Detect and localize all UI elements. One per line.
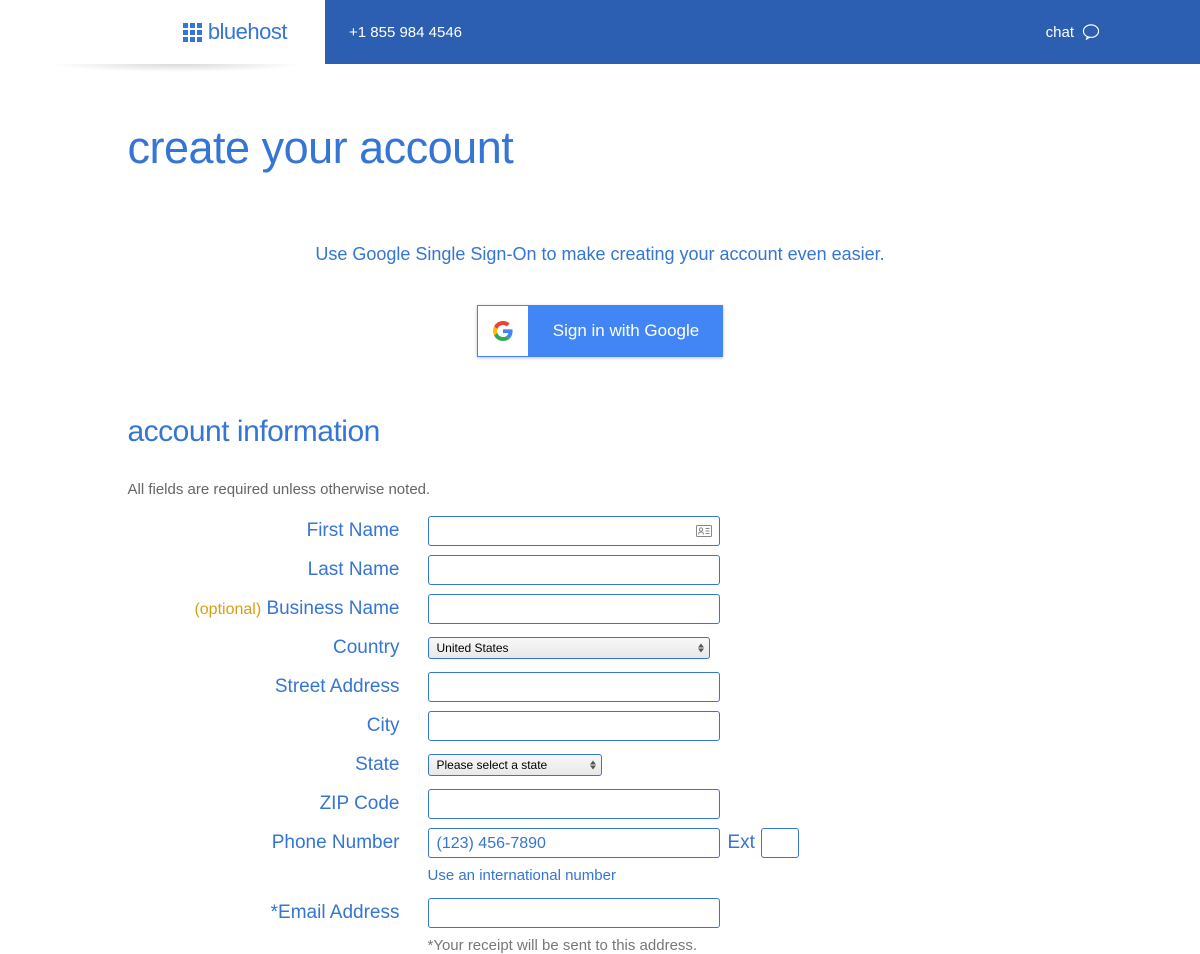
state-label: State [128, 754, 428, 776]
logo-text: bluehost [208, 19, 287, 45]
street-address-label: Street Address [128, 676, 428, 698]
phone-label: Phone Number [128, 832, 428, 854]
google-signin-button[interactable]: Sign in with Google [477, 305, 723, 357]
country-label: Country [128, 637, 428, 659]
last-name-input[interactable] [428, 555, 720, 585]
google-icon [477, 305, 529, 357]
country-select[interactable]: United States [428, 637, 710, 659]
street-address-input[interactable] [428, 672, 720, 702]
chat-icon [1082, 24, 1100, 40]
intl-number-link[interactable]: Use an international number [428, 867, 1073, 884]
sso-prompt: Use Google Single Sign-On to make creati… [128, 244, 1073, 265]
chat-link[interactable]: chat [1046, 24, 1200, 41]
email-label: *Email Address [128, 902, 428, 924]
phone-input[interactable] [428, 828, 720, 858]
page-title: create your account [128, 122, 1073, 174]
ext-input[interactable] [761, 828, 799, 858]
state-select[interactable]: Please select a state [428, 754, 602, 776]
email-helper: *Your receipt will be sent to this addre… [428, 937, 1073, 954]
business-name-input[interactable] [428, 594, 720, 624]
first-name-label: First Name [128, 520, 428, 542]
header-bar: bluehost +1 855 984 4546 chat [0, 0, 1200, 64]
business-name-label: (optional) Business Name [128, 598, 428, 620]
section-title: account information [128, 415, 1073, 449]
optional-tag: (optional) [194, 601, 261, 618]
chat-label: chat [1046, 24, 1074, 41]
city-input[interactable] [428, 711, 720, 741]
ext-label: Ext [728, 832, 755, 854]
google-button-text: Sign in with Google [529, 305, 723, 357]
logo-grid-icon [183, 23, 202, 42]
required-note: All fields are required unless otherwise… [128, 481, 1073, 498]
bluehost-logo[interactable]: bluehost [183, 19, 287, 45]
logo-container: bluehost [0, 0, 325, 64]
last-name-label: Last Name [128, 559, 428, 581]
first-name-input[interactable] [428, 516, 720, 546]
zip-input[interactable] [428, 789, 720, 819]
header-phone-number: +1 855 984 4546 [325, 24, 462, 41]
city-label: City [128, 715, 428, 737]
email-input[interactable] [428, 898, 720, 928]
zip-label: ZIP Code [128, 793, 428, 815]
